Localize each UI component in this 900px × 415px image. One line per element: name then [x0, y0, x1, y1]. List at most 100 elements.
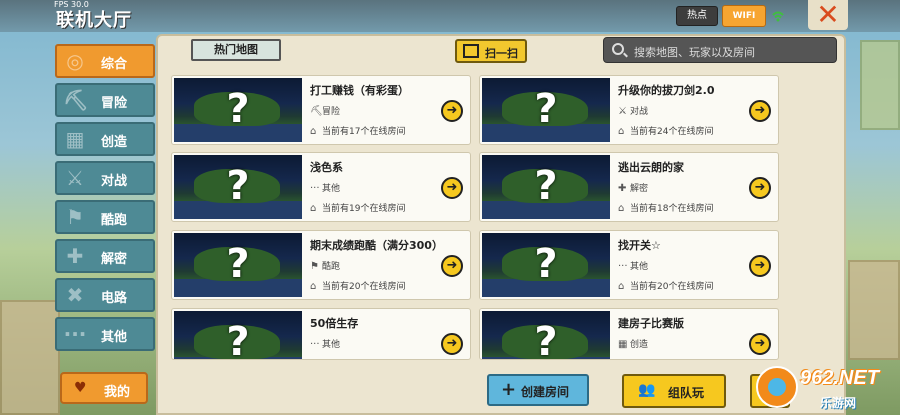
watermark-number: 962.NET	[800, 367, 879, 389]
bg-block	[860, 40, 900, 130]
arrow-right-icon: ➜	[754, 336, 766, 351]
group-icon: 👥	[638, 382, 656, 398]
enter-room-button[interactable]: ➜	[749, 100, 771, 122]
room-card[interactable]: ? 浅色系 ··· 其他 ⌂ 当前有19个在线房间 ➜	[171, 152, 471, 222]
room-category: ··· 其他	[618, 261, 649, 272]
enter-room-button[interactable]: ➜	[749, 177, 771, 199]
wifi-signal-icon	[772, 11, 784, 22]
room-category: ⚑ 酷跑	[310, 261, 341, 272]
enter-room-button[interactable]: ➜	[441, 100, 463, 122]
swords-icon: ⚔	[66, 166, 84, 190]
sidebar-item-battle[interactable]: ⚔ 对战	[55, 161, 155, 195]
room-category: ✚ 解密	[618, 183, 649, 194]
room-category: ··· 其他	[310, 339, 341, 350]
my-rooms-label: 我的	[104, 385, 131, 400]
top-bar: FPS 30.0 联机大厅 热点 WIFI ✕	[0, 0, 900, 32]
sidebar-item-create[interactable]: ▦ 创造	[55, 122, 155, 156]
arrow-right-icon: ➜	[754, 258, 766, 273]
ellipsis-icon: ···	[310, 183, 320, 194]
room-category: ··· 其他	[310, 183, 341, 194]
hot-maps-button[interactable]: 热门地图	[191, 39, 281, 61]
close-icon: ✕	[816, 0, 840, 31]
sidebar-item-comprehensive[interactable]: ◎ 综合	[55, 44, 155, 78]
search-input[interactable]: 搜索地图、玩家以及房间	[603, 37, 837, 63]
sidebar-item-label: 其他	[101, 330, 128, 345]
map-thumbnail: ?	[174, 311, 302, 359]
close-button[interactable]: ✕	[808, 0, 848, 30]
arrow-right-icon: ➜	[754, 180, 766, 195]
pickaxe-icon: ⛏	[310, 106, 323, 117]
room-name: 50倍生存	[310, 317, 359, 330]
room-category: ⚔ 对战	[618, 106, 649, 117]
arrow-right-icon: ➜	[446, 180, 458, 195]
room-card[interactable]: ? 打工赚钱（有彩蛋） ⛏冒险 ⌂ 当前有17个在线房间 ➜	[171, 75, 471, 145]
wifi-button[interactable]: WIFI	[722, 5, 766, 27]
house-icon: ⌂	[618, 203, 625, 214]
room-name: 建房子比赛版	[618, 317, 684, 330]
room-name: 期末成绩跑酷（满分300）	[310, 239, 443, 252]
sidebar-item-label: 创造	[101, 135, 128, 150]
room-card[interactable]: ? 升级你的拔刀剑2.0 ⚔ 对战 ⌂ 当前有24个在线房间 ➜	[479, 75, 779, 145]
my-rooms-button[interactable]: ♥ 我的	[60, 372, 148, 404]
sidebar-item-label: 冒险	[101, 96, 128, 111]
create-room-label: 创建房间	[521, 385, 570, 399]
map-thumbnail: ?	[482, 155, 610, 219]
bg-block	[0, 300, 60, 415]
sidebar-item-other[interactable]: ··· 其他	[55, 317, 155, 351]
puzzle-icon: ✚	[66, 244, 84, 268]
room-name: 升级你的拔刀剑2.0	[618, 84, 715, 97]
room-online-count: ⌂ 当前有18个在线房间	[618, 203, 714, 214]
sidebar-item-parkour[interactable]: ⚑ 酷跑	[55, 200, 155, 234]
room-name: 逃出云朗的家	[618, 161, 684, 174]
watermark-text: 乐游网	[820, 396, 857, 410]
scan-button[interactable]: 扫一扫	[455, 39, 527, 63]
room-card[interactable]: ? 期末成绩跑酷（满分300） ⚑ 酷跑 ⌂ 当前有20个在线房间 ➜	[171, 230, 471, 300]
room-category: ⛏冒险	[310, 106, 341, 117]
sidebar-item-label: 综合	[101, 57, 128, 72]
map-thumbnail: ?	[174, 78, 302, 142]
enter-room-button[interactable]: ➜	[441, 177, 463, 199]
room-online-count: ⌂ 当前有20个在线房间	[618, 281, 714, 292]
house-icon: ⌂	[310, 281, 317, 292]
map-thumbnail: ?	[482, 78, 610, 142]
ellipsis-icon: ···	[63, 322, 87, 346]
page-title: 联机大厅	[56, 10, 132, 31]
enter-room-button[interactable]: ➜	[441, 333, 463, 355]
house-icon: ⌂	[618, 281, 625, 292]
team-play-button[interactable]: 👥 组队玩	[622, 374, 726, 408]
team-play-label: 组队玩	[668, 386, 705, 400]
scan-icon	[463, 44, 479, 58]
map-thumbnail: ?	[482, 311, 610, 359]
enter-room-button[interactable]: ➜	[441, 255, 463, 277]
sidebar-item-puzzle[interactable]: ✚ 解密	[55, 239, 155, 273]
room-name: 找开关☆	[618, 239, 661, 252]
room-card[interactable]: ? 50倍生存 ··· 其他 ➜	[171, 308, 471, 360]
sidebar-item-circuit[interactable]: ✖ 电路	[55, 278, 155, 312]
enter-room-button[interactable]: ➜	[749, 255, 771, 277]
room-online-count: ⌂ 当前有24个在线房间	[618, 126, 714, 137]
map-thumbnail: ?	[174, 155, 302, 219]
create-room-button[interactable]: + 创建房间	[487, 374, 589, 406]
hotspot-button[interactable]: 热点	[676, 6, 718, 26]
sidebar-item-label: 解密	[101, 252, 128, 267]
room-card[interactable]: ? 建房子比赛版 ▦ 创造 ➜	[479, 308, 779, 360]
swords-icon: ⚔	[618, 106, 627, 117]
room-online-count: ⌂ 当前有17个在线房间	[310, 126, 406, 137]
puzzle-icon: ✚	[618, 183, 627, 194]
room-card[interactable]: ? 逃出云朗的家 ✚ 解密 ⌂ 当前有18个在线房间 ➜	[479, 152, 779, 222]
bg-block	[848, 260, 900, 360]
runner-icon: ⚑	[66, 205, 84, 229]
house-icon: ⌂	[310, 203, 317, 214]
arrow-right-icon: ➜	[754, 103, 766, 118]
wrench-icon: ✖	[66, 283, 84, 307]
arrow-right-icon: ➜	[446, 336, 458, 351]
arrow-right-icon: ➜	[446, 258, 458, 273]
watermark-logo-icon	[756, 366, 798, 408]
category-sidebar: ◎ 综合 ⛏ 冒险 ▦ 创造 ⚔ 对战 ⚑ 酷跑 ✚ 解密 ✖ 电路 ··· 其…	[55, 44, 155, 364]
heart-icon: ♥	[74, 380, 87, 396]
plus-icon: +	[501, 379, 517, 400]
sidebar-item-adventure[interactable]: ⛏ 冒险	[55, 83, 155, 117]
blocks-icon: ▦	[65, 127, 85, 151]
enter-room-button[interactable]: ➜	[749, 333, 771, 355]
room-card[interactable]: ? 找开关☆ ··· 其他 ⌂ 当前有20个在线房间 ➜	[479, 230, 779, 300]
